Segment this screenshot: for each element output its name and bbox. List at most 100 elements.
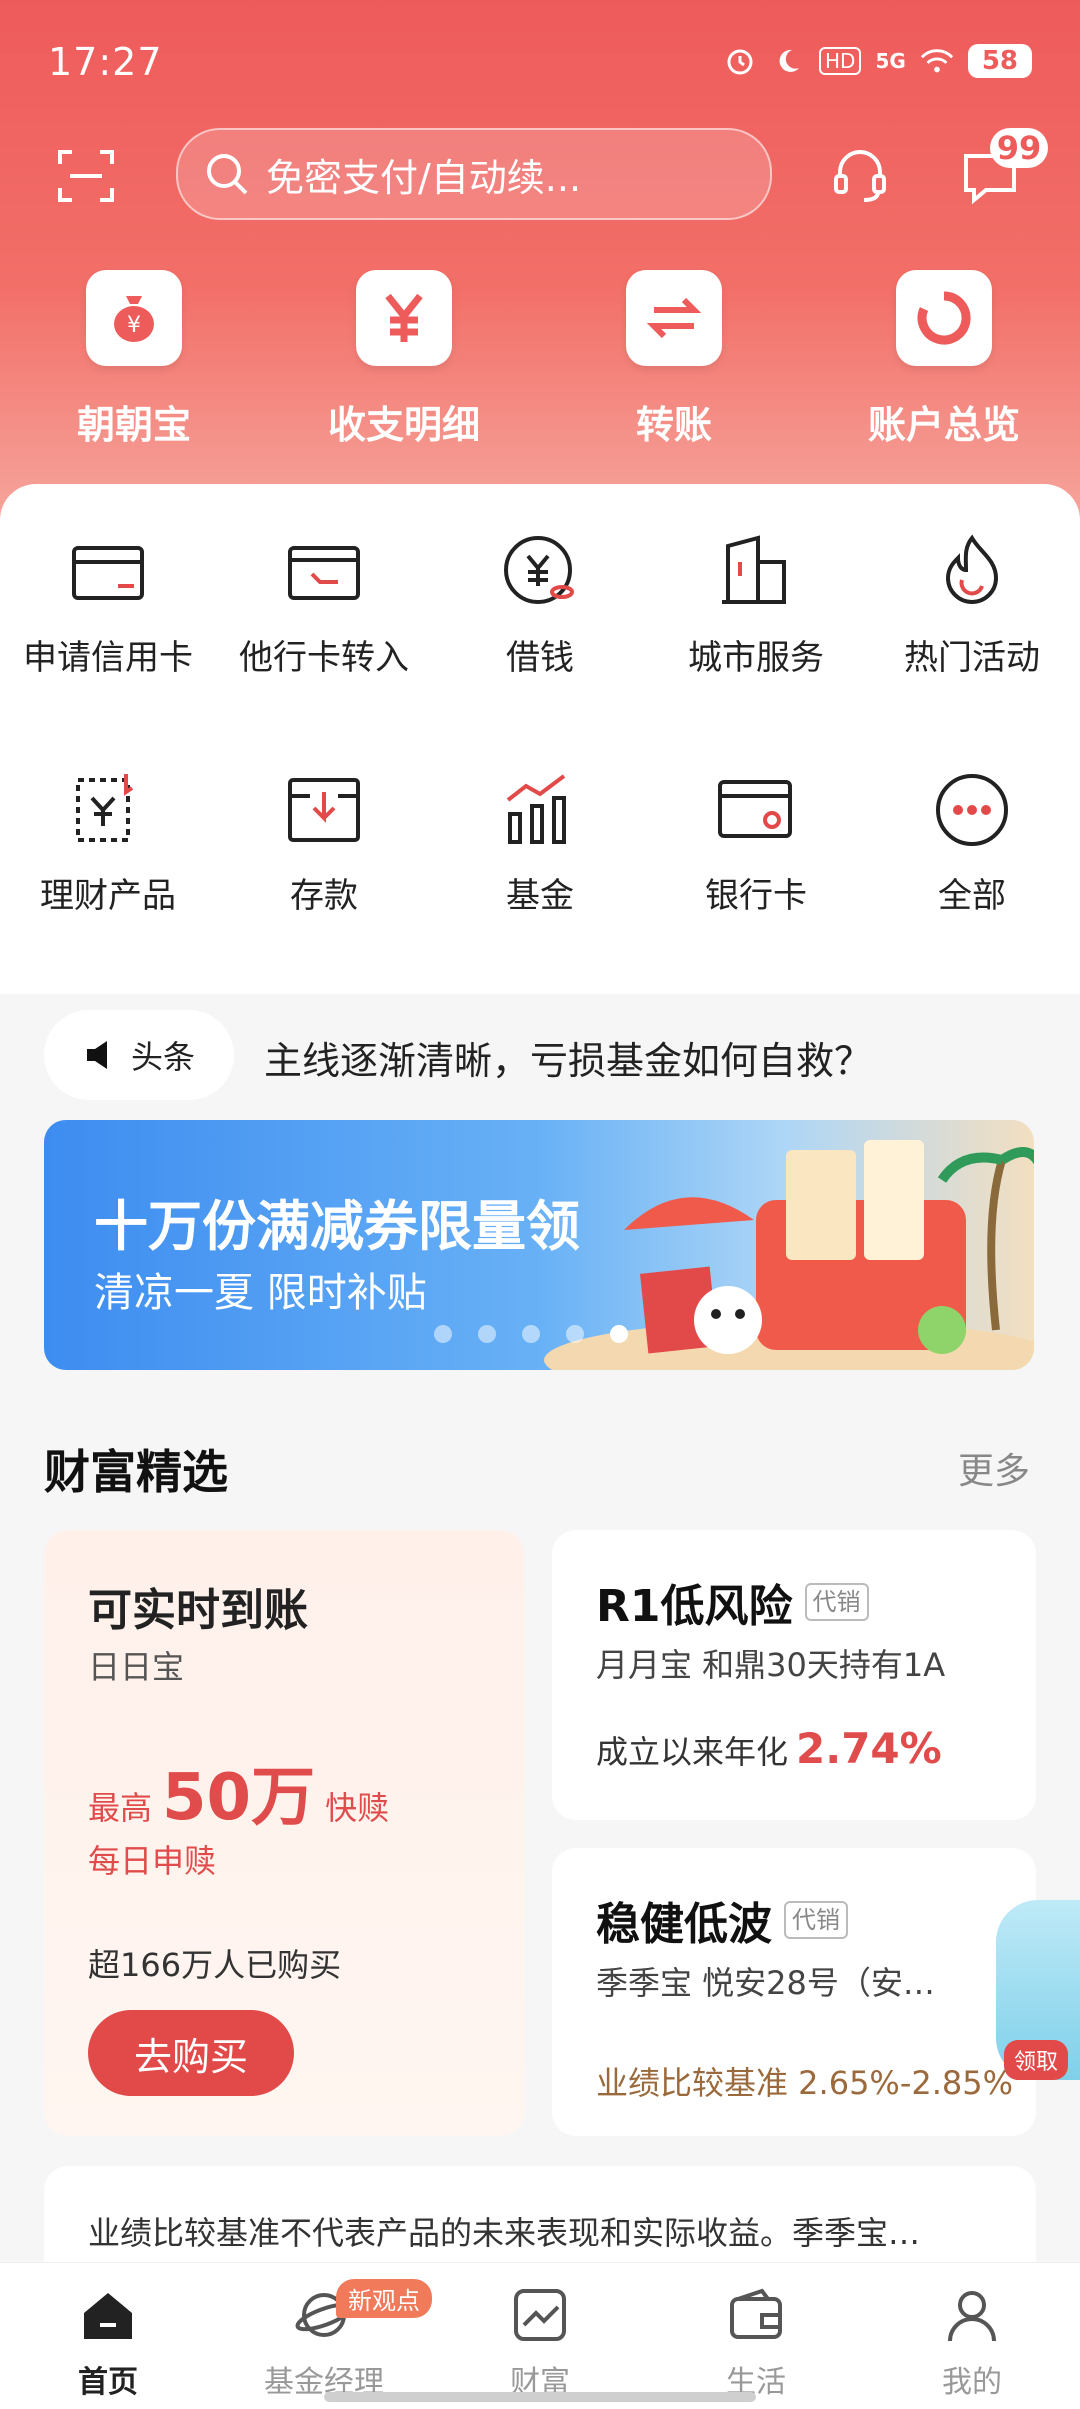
card-daily: 每日申赎	[88, 1842, 217, 1880]
rate-value: 2.74%	[796, 1724, 942, 1773]
product-card-r1[interactable]: R1低风险 代销 月月宝 和鼎30天持有1A 成立以来年化 2.74%	[552, 1530, 1036, 1820]
top-bar: 免密支付/自动续... 99	[0, 128, 1080, 220]
scan-icon[interactable]	[56, 146, 116, 206]
quick-action-zhaozhaobao[interactable]: ¥ 朝朝宝	[34, 270, 234, 449]
new-viewpoint-badge: 新观点	[336, 2279, 432, 2318]
quick-action-label: 账户总览	[867, 403, 1020, 447]
quick-action-label: 转账	[635, 403, 712, 447]
transfer-arrows-icon	[626, 270, 722, 366]
more-link[interactable]: 更多	[958, 1442, 1030, 1494]
wallet-icon	[730, 2288, 782, 2339]
home-icon	[84, 2293, 132, 2339]
promo-banner[interactable]: 十万份满减券限量领 清凉一夏 限时补贴	[44, 1120, 1034, 1370]
alarm-icon	[723, 44, 757, 78]
card-title-row: R1低风险 代销	[596, 1570, 869, 1634]
grid-deposit[interactable]: 存款	[216, 770, 432, 917]
grid-label: 申请信用卡	[23, 638, 193, 678]
product-card-steady[interactable]: 稳健低波 代销 季季宝 悦安28号（安… 业绩比较基准 2.65%-2.85%	[552, 1848, 1036, 2136]
pagination-dot[interactable]	[566, 1325, 584, 1343]
network-5g-icon: 5G	[875, 49, 906, 73]
credit-card-icon	[72, 546, 144, 600]
card-transfer-icon	[288, 546, 360, 600]
search-placeholder: 免密支付/自动续...	[266, 155, 582, 200]
card-benchmark: 业绩比较基准 2.65%-2.85%	[596, 2064, 1014, 2102]
grid-all[interactable]: 全部	[864, 770, 1080, 917]
grid-borrow[interactable]: 借钱	[432, 532, 648, 679]
yen-icon	[356, 270, 452, 366]
search-input[interactable]: 免密支付/自动续...	[176, 128, 772, 220]
max-prefix: 最高	[88, 1789, 153, 1827]
grid-apply-credit-card[interactable]: 申请信用卡	[0, 532, 216, 679]
pagination-dot-active[interactable]	[610, 1325, 628, 1343]
grid-bank-card[interactable]: 银行卡	[648, 770, 864, 917]
grid-other-bank-transfer-in[interactable]: 他行卡转入	[216, 532, 432, 679]
claim-label: 领取	[1004, 2040, 1069, 2080]
money-bag-icon: ¥	[86, 270, 182, 366]
message-badge: 99	[990, 128, 1048, 168]
news-tag: 头条	[44, 1010, 234, 1100]
disclaimer-text: 业绩比较基准不代表产品的未来表现和实际收益。季季宝…	[88, 2214, 921, 2252]
quick-action-account-overview[interactable]: 账户总览	[844, 270, 1044, 449]
pagination-dot[interactable]	[478, 1325, 496, 1343]
banner-pagination	[434, 1325, 628, 1343]
buy-button[interactable]: 去购买	[88, 2010, 294, 2096]
card-max-amount: 最高 50万 快赎	[88, 1746, 389, 1838]
bottom-tab-bar: 首页 基金经理 新观点 财富 生活 我的	[0, 2262, 1080, 2409]
tab-fund-manager[interactable]: 基金经理 新观点	[216, 2279, 432, 2401]
home-indicator[interactable]	[324, 2392, 756, 2402]
tab-wealth[interactable]: 财富	[432, 2285, 648, 2401]
card-products: 季季宝 悦安28号（安…	[596, 1964, 935, 2002]
bank-card-icon	[718, 780, 792, 838]
grid-label: 基金	[506, 876, 574, 916]
max-amount-value: 50万	[162, 1761, 316, 1835]
battery-indicator: 58	[967, 44, 1032, 78]
pagination-dot[interactable]	[434, 1325, 452, 1343]
wifi-icon	[920, 44, 954, 78]
news-headline[interactable]: 主线逐渐清晰，亏损基金如何自救？	[264, 1030, 872, 1085]
customer-service-icon[interactable]	[830, 144, 890, 204]
grid-city-service[interactable]: 城市服务	[648, 532, 864, 679]
card-title-row: 稳健低波 代销	[596, 1888, 848, 1952]
news-ticker[interactable]: 头条 主线逐渐清晰，亏损基金如何自救？	[44, 1010, 1044, 1100]
grid-wealth-products[interactable]: 理财产品	[0, 770, 216, 917]
tab-label: 首页	[78, 2365, 138, 2400]
tab-home[interactable]: 首页	[0, 2285, 216, 2401]
floating-reward-widget[interactable]: 领取	[996, 1900, 1080, 2080]
wealth-chart-icon	[514, 2289, 566, 2341]
grid-label: 理财产品	[40, 876, 176, 916]
card-products: 月月宝 和鼎30天持有1A	[596, 1646, 946, 1684]
status-bar: 17:27 HD 5G 58	[0, 0, 1080, 120]
status-time: 17:27	[48, 40, 163, 84]
card-rate: 成立以来年化 2.74%	[596, 1724, 942, 1773]
quick-action-transactions[interactable]: 收支明细	[304, 270, 504, 449]
quick-action-transfer[interactable]: 转账	[574, 270, 774, 449]
grid-hot-events[interactable]: 热门活动	[864, 532, 1080, 679]
section-title-wealth: 财富精选	[44, 1445, 228, 1499]
card-title: R1低风险	[596, 1581, 793, 1632]
card-buyers: 超166万人已购买	[88, 1946, 342, 1984]
hd-icon: HD	[819, 47, 862, 75]
banner-subtitle: 清凉一夏 限时补贴	[94, 1270, 427, 1316]
tab-me[interactable]: 我的	[864, 2285, 1080, 2401]
svg-text:¥: ¥	[127, 313, 141, 338]
card-product: 日日宝	[88, 1648, 185, 1686]
tab-label: 我的	[942, 2365, 1002, 2400]
status-icons: HD 5G 58	[723, 44, 1032, 78]
agency-tag: 代销	[804, 1583, 869, 1621]
service-panel: 申请信用卡 他行卡转入 借钱 城市服务 热门活动 理财产品 存款 基金 银行卡 …	[0, 484, 1080, 994]
card-title: 可实时到账	[88, 1585, 308, 1636]
tab-life[interactable]: 生活	[648, 2285, 864, 2401]
grid-label: 城市服务	[688, 638, 824, 678]
yen-coin-icon	[504, 536, 574, 604]
grid-label: 借钱	[506, 638, 574, 678]
pagination-dot[interactable]	[522, 1325, 540, 1343]
quick-action-label: 朝朝宝	[76, 403, 191, 447]
quick-action-label: 收支明细	[327, 403, 480, 447]
city-building-icon	[722, 535, 786, 604]
agency-tag: 代销	[784, 1901, 848, 1939]
speaker-icon	[86, 1041, 107, 1069]
product-card-realtime[interactable]: 可实时到账 日日宝 最高 50万 快赎 每日申赎 超166万人已购买 去购买	[44, 1530, 524, 2136]
flame-icon	[945, 534, 999, 604]
moon-icon	[771, 44, 805, 78]
grid-fund[interactable]: 基金	[432, 770, 648, 917]
